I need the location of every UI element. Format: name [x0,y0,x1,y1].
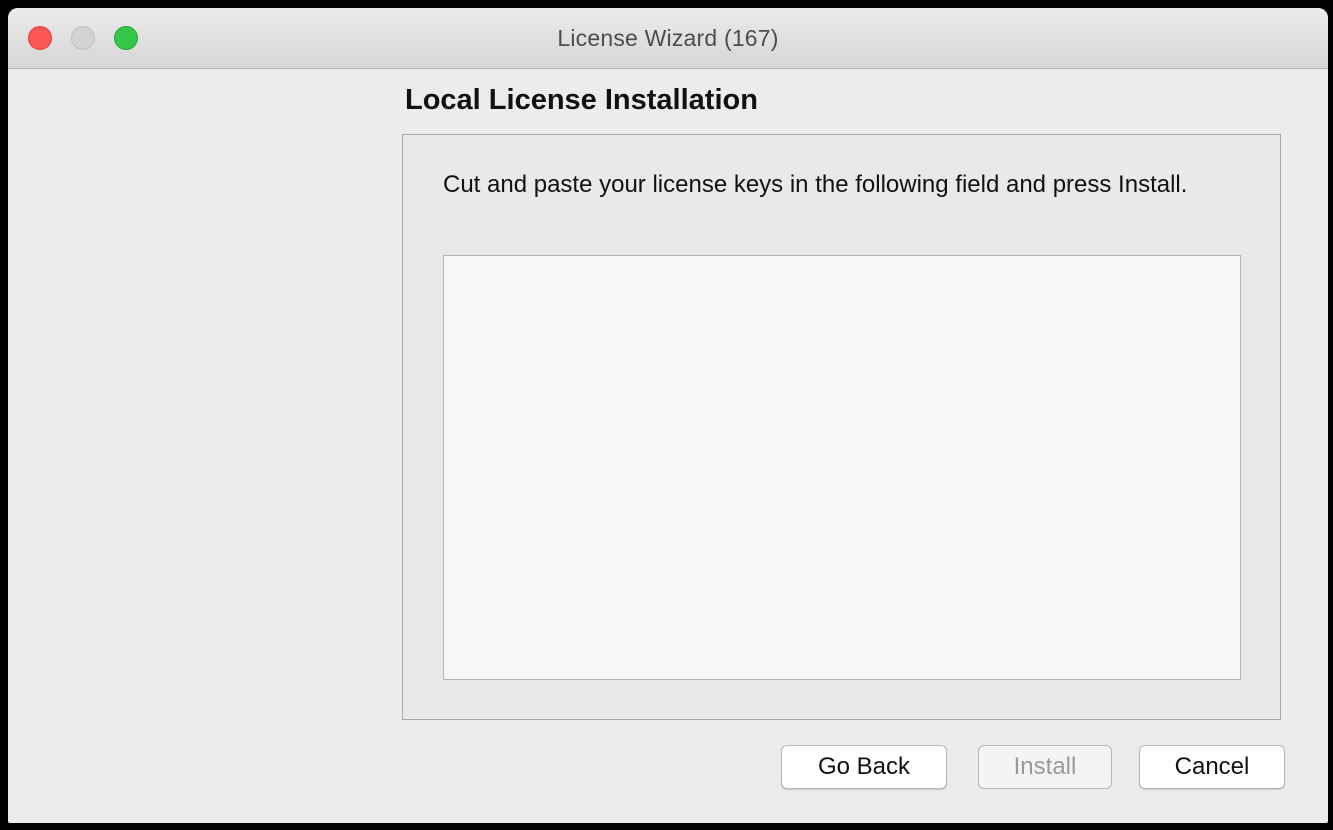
go-back-button[interactable]: Go Back [781,745,947,789]
cancel-button[interactable]: Cancel [1139,745,1285,789]
license-entry-panel: Cut and paste your license keys in the f… [402,134,1281,720]
instructions-text: Cut and paste your license keys in the f… [443,171,1188,198]
license-wizard-window: License Wizard (167) Local License Insta… [8,8,1328,823]
license-keys-input[interactable] [443,255,1241,680]
page-title: Local License Installation [405,84,758,116]
title-bar[interactable]: License Wizard (167) [8,8,1328,69]
window-title: License Wizard (167) [557,25,779,51]
install-button[interactable]: Install [978,745,1112,789]
